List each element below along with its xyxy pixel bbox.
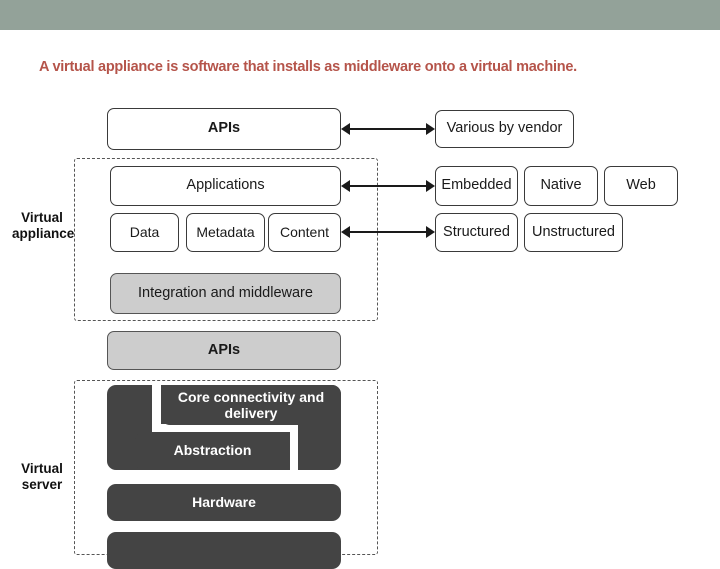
virtual-server-label-line1: Virtual (21, 461, 63, 476)
box-embedded[interactable]: Embedded (435, 166, 518, 206)
box-apis-top[interactable]: APIs (107, 108, 341, 150)
box-unstructured[interactable]: Unstructured (524, 213, 623, 252)
virtual-appliance-label-line1: Virtual (21, 210, 63, 225)
box-content[interactable]: Content (268, 213, 341, 252)
box-applications[interactable]: Applications (110, 166, 341, 206)
arrow-apis-vendor (341, 123, 435, 135)
virtual-appliance-label-line2: appliance (12, 225, 75, 241)
arrowhead-right-icon (426, 180, 435, 192)
box-web[interactable]: Web (604, 166, 678, 206)
box-various-by-vendor[interactable]: Various by vendor (435, 110, 574, 148)
arrow-shaft (348, 185, 428, 187)
box-native[interactable]: Native (524, 166, 598, 206)
box-metadata[interactable]: Metadata (186, 213, 265, 252)
arrow-shaft (348, 128, 428, 130)
arrow-shaft (348, 231, 428, 233)
box-hardware[interactable]: Hardware (107, 484, 341, 521)
architecture-diagram: Virtual appliance Virtual server APIs Ap… (0, 0, 720, 569)
box-core-connectivity[interactable]: Core connectivity and delivery (161, 385, 341, 425)
server-notch-mid (152, 424, 297, 432)
arrow-content-structured (341, 226, 435, 238)
server-notch-right (290, 424, 298, 472)
arrowhead-right-icon (426, 226, 435, 238)
box-apis-bottom[interactable]: APIs (107, 331, 341, 370)
box-structured[interactable]: Structured (435, 213, 518, 252)
virtual-server-label: Virtual server (12, 461, 72, 493)
box-server-bottom-clipped (107, 532, 341, 569)
box-abstraction[interactable]: Abstraction (135, 432, 290, 470)
box-data[interactable]: Data (110, 213, 179, 252)
virtual-server-label-line2: server (21, 476, 63, 492)
arrowhead-right-icon (426, 123, 435, 135)
virtual-appliance-label: Virtual appliance (12, 210, 75, 242)
arrow-applications-embedded (341, 180, 435, 192)
box-integration-middleware[interactable]: Integration and middleware (110, 273, 341, 314)
